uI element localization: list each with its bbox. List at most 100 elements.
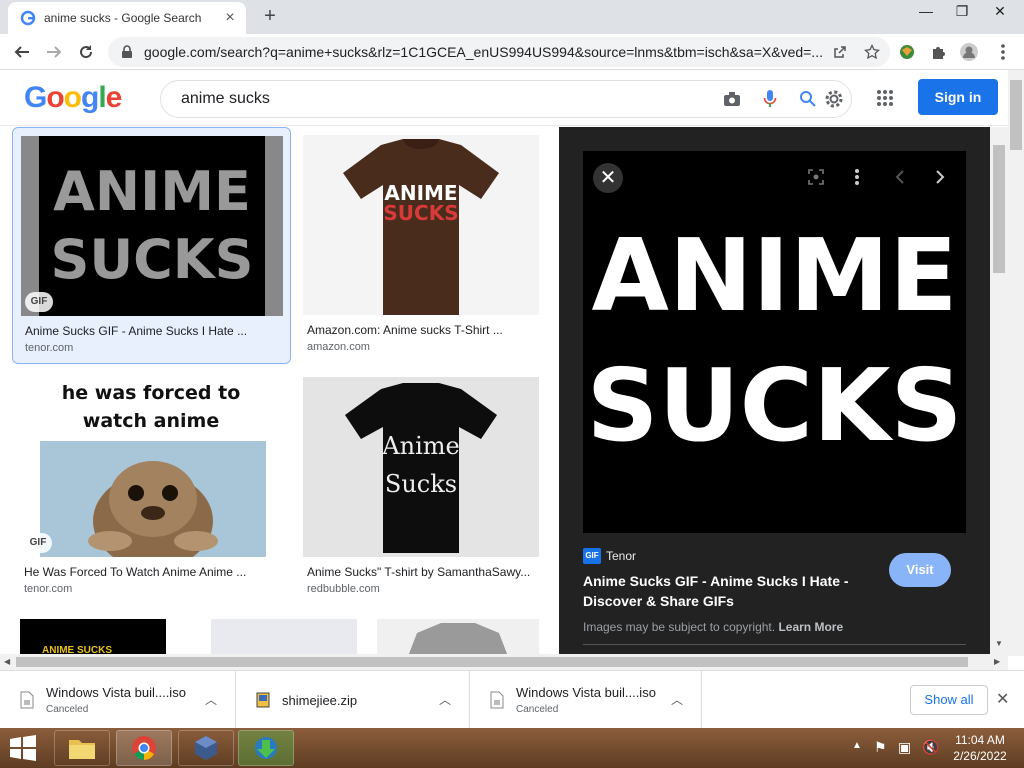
result-title[interactable]: Amazon.com: Anime sucks T-Shirt ... [307,323,537,337]
tshirt-text: Sucks [384,470,458,498]
download-item[interactable]: shimejiee.zip ︿ [236,671,470,729]
image-result-card[interactable]: ANIME SUCKS Amazon.com: Anime sucks T-Sh… [295,127,545,364]
volume-muted-icon[interactable]: 🔇 [922,739,939,756]
back-button[interactable] [10,40,34,64]
close-downloads-icon[interactable]: ✕ [996,689,1009,709]
horizontal-scrollbar[interactable]: ◀ ▶ [0,654,1008,670]
image-preview-panel: ANIME SUCKS ✕ GIF Tenor Anime Sucks GIF … [559,127,990,654]
result-thumbnail[interactable]: ANIME SUCKS [303,135,539,315]
microphone-icon[interactable] [763,89,777,109]
image-result-card[interactable]: ANIME SUCKS GIF Anime Sucks GIF - Anime … [12,127,291,364]
download-item[interactable]: Windows Vista buil....iso Canceled ︿ [470,671,702,729]
profile-avatar-icon[interactable] [958,41,980,63]
result-thumbnail[interactable]: Anime Sucks [303,377,539,557]
tenor-gif-icon: GIF [583,548,601,564]
address-bar[interactable]: google.com/search?q=anime+sucks&rlz=1C1G… [108,37,890,67]
tshirt-text: ANIME [384,181,458,205]
folder-icon [69,740,95,759]
image-result-card[interactable]: Anime Sucks Anime Sucks" T-shirt by Sama… [295,369,545,606]
clock-time: 11:04 AM [955,733,1005,747]
scrollbar-thumb[interactable] [993,145,1005,273]
preview-close-button[interactable]: ✕ [593,163,623,193]
start-button[interactable] [8,734,38,767]
learn-more-link[interactable]: Learn More [778,620,843,634]
google-logo[interactable]: Google [24,81,123,115]
system-clock[interactable]: 11:04 AM 2/26/2022 [948,732,1012,764]
download-status: Canceled [46,704,89,715]
page-scrollbar[interactable] [1008,70,1024,656]
show-all-downloads-button[interactable]: Show all [910,685,988,715]
chevron-up-icon[interactable]: ︿ [439,691,451,708]
share-icon[interactable] [832,44,848,60]
bookmark-star-icon[interactable] [864,44,880,60]
previous-arrow-icon[interactable] [893,169,907,185]
preview-scrollbar[interactable]: ▼ [990,127,1008,654]
chrome-icon [132,736,156,760]
search-query[interactable]: anime sucks [181,90,723,108]
action-center-flag-icon[interactable]: ⚑ [874,739,887,756]
preview-image[interactable]: ANIME SUCKS [583,151,966,533]
camera-search-icon[interactable] [723,91,741,107]
file-icon [490,691,504,709]
gif-badge: GIF [24,533,52,553]
network-icon[interactable]: ▣ [898,739,911,756]
image-result-card[interactable] [211,619,357,654]
image-result-card[interactable] [377,619,539,654]
logo-letter: o [46,81,64,114]
tab-close-icon[interactable]: × [222,10,238,26]
sign-in-button[interactable]: Sign in [918,79,998,115]
taskbar-chrome[interactable] [116,730,172,766]
image-results-grid: ANIME SUCKS GIF Anime Sucks GIF - Anime … [0,127,558,654]
preview-title[interactable]: Anime Sucks GIF - Anime Sucks I Hate - D… [583,571,873,611]
copyright-text: Images may be subject to copyright. [583,620,776,634]
download-filename: shimejiee.zip [282,692,358,708]
scroll-left-arrow-icon[interactable]: ◀ [4,657,10,666]
tab-title: anime sucks - Google Search [44,11,202,25]
chevron-up-icon[interactable]: ︿ [671,691,683,708]
lens-search-icon[interactable] [807,168,825,186]
settings-gear-icon[interactable] [823,88,845,110]
more-options-icon[interactable] [854,168,860,186]
scroll-down-arrow-icon[interactable]: ▼ [995,639,1003,648]
tab-google-search[interactable]: anime sucks - Google Search × [8,2,246,34]
preview-source[interactable]: Tenor [606,549,636,563]
image-result-card[interactable]: he was forced to watch anime GIF He Was … [12,369,291,606]
chevron-up-icon[interactable]: ︿ [205,691,217,708]
result-source[interactable]: tenor.com [24,583,72,595]
download-item[interactable]: Windows Vista buil....iso Canceled ︿ [0,671,236,729]
result-source[interactable]: redbubble.com [307,583,380,595]
image-result-card[interactable]: ANIME SUCKS [20,619,166,654]
taskbar-virtualbox[interactable] [178,730,234,766]
taskbar-file-explorer[interactable] [54,730,110,766]
scrollbar-thumb[interactable] [1010,80,1022,150]
visit-button[interactable]: Visit [889,553,951,587]
result-thumbnail[interactable]: ANIME SUCKS GIF [21,136,283,316]
grey-tshirt-image [408,623,508,654]
result-thumbnail[interactable]: he was forced to watch anime GIF [20,377,282,557]
maximize-button[interactable]: ❐ [944,0,980,22]
extensions-puzzle-icon[interactable] [928,41,950,63]
reload-button[interactable] [74,40,98,64]
next-arrow-icon[interactable] [933,169,947,185]
new-tab-button[interactable]: + [258,6,282,28]
search-magnifier-icon[interactable] [799,90,817,108]
google-apps-icon[interactable] [876,89,894,107]
extension-globe-icon[interactable] [896,41,918,63]
browser-menu-icon[interactable] [992,41,1014,63]
taskbar-internet-download-manager[interactable] [238,730,294,766]
tshirt-text: SUCKS [383,201,459,225]
result-source[interactable]: amazon.com [307,341,370,353]
logo-letter: e [105,81,123,114]
result-title[interactable]: Anime Sucks GIF - Anime Sucks I Hate ... [25,324,275,338]
google-favicon-icon [20,10,36,26]
search-box[interactable]: anime sucks [160,80,852,118]
scroll-right-arrow-icon[interactable]: ▶ [994,657,1000,666]
result-title[interactable]: He Was Forced To Watch Anime Anime ... [24,565,274,579]
tray-expand-icon[interactable]: ▲ [852,740,862,751]
minimize-button[interactable]: — [908,0,944,22]
forward-button[interactable] [42,40,66,64]
result-source[interactable]: tenor.com [25,342,73,354]
window-close-button[interactable]: ✕ [982,0,1018,22]
result-title[interactable]: Anime Sucks" T-shirt by SamanthaSawy... [307,565,537,579]
scrollbar-thumb[interactable] [16,657,968,667]
